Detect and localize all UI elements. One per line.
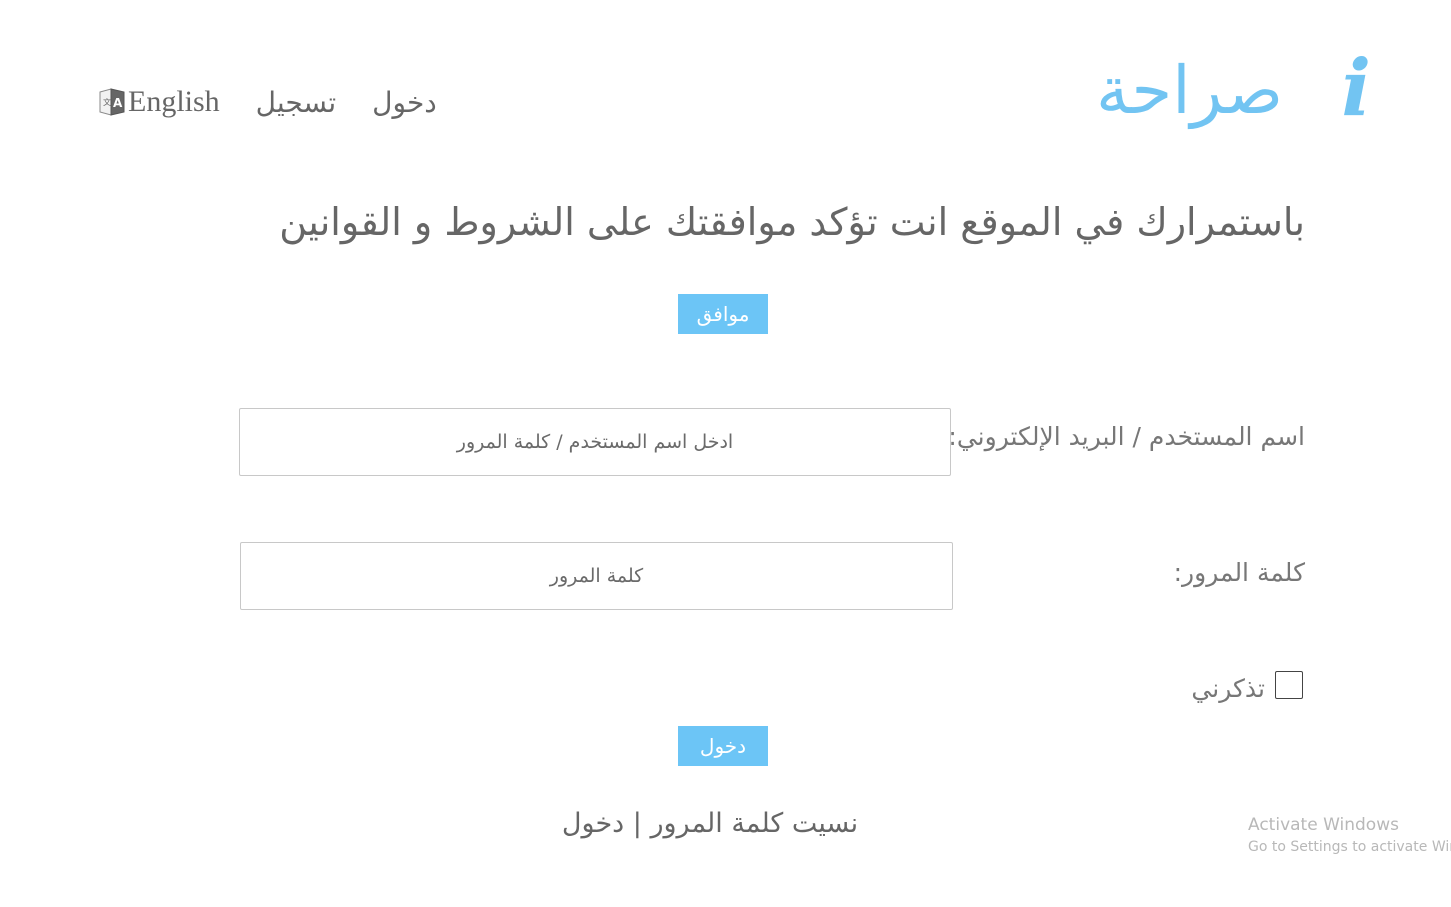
- agree-button[interactable]: موافق: [678, 294, 768, 334]
- svg-text:A: A: [113, 96, 123, 110]
- nav-register-link[interactable]: تسجيل: [256, 86, 337, 119]
- language-switch-link[interactable]: 文 A English: [98, 85, 220, 119]
- login-button[interactable]: دخول: [678, 726, 768, 766]
- page: صراحة i 文 A English تسجيل دخول باستمرارك…: [0, 0, 1451, 907]
- activate-windows-watermark: Activate Windows Go to Settings to activ…: [1248, 815, 1451, 855]
- remember-me-group: تذكرني: [1191, 666, 1303, 703]
- svg-text:文: 文: [103, 97, 111, 107]
- watermark-subtitle: Go to Settings to activate Windows.: [1248, 839, 1451, 855]
- remember-me-checkbox[interactable]: [1275, 670, 1303, 699]
- language-label: English: [128, 85, 220, 118]
- logo-i-icon: i: [1341, 43, 1371, 134]
- footer-login-link[interactable]: دخول: [562, 808, 624, 839]
- username-input[interactable]: [239, 408, 951, 476]
- password-input[interactable]: [240, 542, 953, 610]
- password-label: كلمة المرور:: [1173, 558, 1305, 587]
- logo-text: صراحة: [1096, 52, 1283, 129]
- username-label: اسم المستخدم / البريد الإلكتروني:: [948, 422, 1305, 451]
- footer-separator: |: [632, 808, 642, 839]
- top-nav: 文 A English تسجيل دخول: [98, 80, 437, 124]
- footer-links: نسيت كلمة المرور | دخول: [530, 808, 890, 839]
- remember-me-label: تذكرني: [1191, 674, 1265, 703]
- site-logo[interactable]: صراحة i: [1095, 36, 1375, 136]
- forgot-password-link[interactable]: نسيت كلمة المرور: [650, 808, 858, 839]
- watermark-title: Activate Windows: [1248, 815, 1399, 835]
- translate-icon: 文 A: [98, 86, 126, 118]
- nav-login-link[interactable]: دخول: [372, 86, 437, 119]
- terms-notice: باستمرارك في الموقع انت تؤكد موافقتك على…: [279, 200, 1305, 244]
